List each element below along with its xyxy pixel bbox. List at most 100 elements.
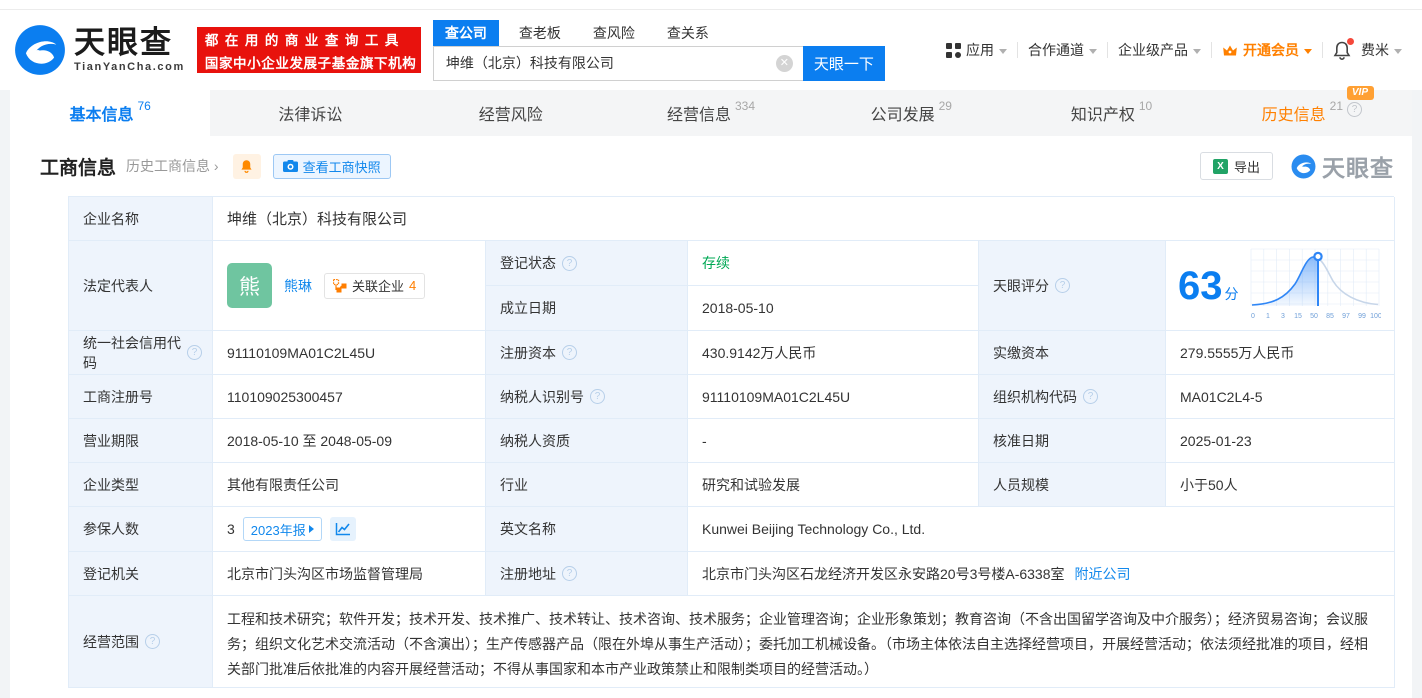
field-label-tianyan-score: 天眼评分 xyxy=(979,241,1166,331)
help-icon[interactable] xyxy=(145,634,160,649)
watermark-swirl-icon xyxy=(1291,154,1316,179)
field-value-establishment-date: 2018-05-10 xyxy=(688,286,979,331)
nav-vip-membership[interactable]: 开通会员 xyxy=(1222,40,1312,60)
field-value-organization-code: MA01C2L4-5 xyxy=(1166,375,1395,419)
related-companies-badge[interactable]: 关联企业 4 xyxy=(324,273,425,299)
business-info-table: 企业名称 坤维（北京）科技有限公司 法定代表人 熊 熊琳 关联企业 4 xyxy=(68,196,1394,688)
tab-count: 334 xyxy=(735,99,755,113)
nav-user[interactable]: 费米 xyxy=(1361,40,1402,60)
search-tab-risk[interactable]: 查风险 xyxy=(581,20,647,46)
field-label-taxpayer-quality: 纳税人资质 xyxy=(486,419,688,463)
nearby-companies-link[interactable]: 附近公司 xyxy=(1075,564,1131,584)
tab-count: 21 xyxy=(1330,99,1343,113)
notifications-bell[interactable] xyxy=(1333,41,1351,60)
vip-badge: VIP xyxy=(1347,86,1374,100)
site-header: 天眼查 TianYanCha.com 都在用的商业查询工具 国家中小企业发展子基… xyxy=(0,10,1422,90)
help-icon[interactable] xyxy=(562,566,577,581)
tab-company-development[interactable]: 公司发展29 xyxy=(811,90,1011,136)
clear-search-icon[interactable] xyxy=(776,55,793,72)
score-unit: 分 xyxy=(1225,286,1239,302)
section-header: 工商信息 历史工商信息 › 查看工商快照 xyxy=(10,136,1412,192)
field-label-registration-number: 工商注册号 xyxy=(69,375,213,419)
help-icon[interactable] xyxy=(187,345,202,360)
field-value-company-name: 坤维（北京）科技有限公司 xyxy=(213,197,1395,241)
tab-intellectual-property[interactable]: 知识产权10 xyxy=(1011,90,1211,136)
nav-enterprise[interactable]: 企业级产品 xyxy=(1118,40,1201,60)
search-button[interactable]: 天眼一下 xyxy=(803,46,885,81)
svg-text:99: 99 xyxy=(1358,313,1366,320)
help-icon[interactable] xyxy=(1055,278,1070,293)
help-icon[interactable] xyxy=(562,256,577,271)
field-label-company-name: 企业名称 xyxy=(69,197,213,241)
field-value-staff-size: 小于50人 xyxy=(1166,463,1395,507)
help-icon[interactable] xyxy=(562,345,577,360)
nav-apps-label: 应用 xyxy=(966,40,994,60)
divider xyxy=(1107,42,1108,58)
field-label-industry: 行业 xyxy=(486,463,688,507)
history-business-info-link[interactable]: 历史工商信息 › xyxy=(126,156,219,176)
svg-text:3: 3 xyxy=(1281,313,1285,320)
legal-rep-name-link[interactable]: 熊琳 xyxy=(284,276,312,296)
field-value-industry: 研究和试验发展 xyxy=(688,463,979,507)
svg-text:85: 85 xyxy=(1326,313,1334,320)
svg-text:100: 100 xyxy=(1370,313,1381,320)
tab-operating-risk[interactable]: 经营风险 xyxy=(411,90,611,136)
divider xyxy=(1017,42,1018,58)
logo-text: 天眼查 TianYanCha.com xyxy=(74,27,185,73)
svg-text:0: 0 xyxy=(1251,313,1255,320)
tab-legal-proceedings[interactable]: 法律诉讼 xyxy=(210,90,410,136)
field-value-registered-capital: 430.9142万人民币 xyxy=(688,331,979,375)
tab-count: 10 xyxy=(1139,99,1152,113)
bell-icon xyxy=(240,159,253,173)
field-label-taxpayer-id: 纳税人识别号 xyxy=(486,375,688,419)
field-label-business-scope: 经营范围 xyxy=(69,596,213,688)
field-value-taxpayer-id: 91110109MA01C2L45U xyxy=(688,375,979,419)
trend-chart-icon xyxy=(335,522,351,536)
tab-history-info[interactable]: VIP 历史信息 21 xyxy=(1212,90,1412,136)
nav-partner-label: 合作通道 xyxy=(1028,40,1084,60)
help-icon[interactable] xyxy=(1347,102,1362,117)
view-business-snapshot-button[interactable]: 查看工商快照 xyxy=(273,154,391,179)
export-button[interactable]: 导出 xyxy=(1200,152,1273,180)
caret-right-icon xyxy=(309,525,314,533)
promo-banner: 都在用的商业查询工具 国家中小企业发展子基金旗下机构 xyxy=(197,27,421,73)
help-icon[interactable] xyxy=(590,389,605,404)
crown-icon xyxy=(1222,43,1238,58)
search-tabs: 查公司 查老板 查风险 查关系 xyxy=(433,20,885,46)
field-value-english-name: Kunwei Beijing Technology Co., Ltd. xyxy=(688,507,1395,552)
divider xyxy=(1322,42,1323,58)
tab-label: 法律诉讼 xyxy=(278,101,342,125)
search-tab-company[interactable]: 查公司 xyxy=(433,20,499,46)
annual-report-badge[interactable]: 2023年报 xyxy=(243,517,322,541)
tab-business-info[interactable]: 经营信息334 xyxy=(611,90,811,136)
field-value-registration-number: 110109025300457 xyxy=(213,375,486,419)
field-value-registration-status: 存续 xyxy=(688,241,979,286)
tianyancha-logo[interactable]: 天眼查 TianYanCha.com xyxy=(14,24,185,76)
field-label-registered-address: 注册地址 xyxy=(486,552,688,596)
tab-count: 76 xyxy=(137,99,150,113)
chevron-down-icon xyxy=(1304,49,1312,54)
svg-text:97: 97 xyxy=(1342,313,1350,320)
legal-rep-avatar[interactable]: 熊 xyxy=(227,263,272,308)
nav-apps[interactable]: 应用 xyxy=(946,40,1007,60)
org-chart-icon xyxy=(333,279,347,293)
nav-partner[interactable]: 合作通道 xyxy=(1028,40,1097,60)
help-icon[interactable] xyxy=(1083,389,1098,404)
field-value-paid-capital: 279.5555万人民币 xyxy=(1166,331,1395,375)
field-label-approval-date: 核准日期 xyxy=(979,419,1166,463)
field-value-registered-address: 北京市门头沟区石龙经济开发区永安路20号3号楼A-6338室 附近公司 xyxy=(688,552,1395,596)
search-tab-relation[interactable]: 查关系 xyxy=(655,20,721,46)
chevron-down-icon xyxy=(1394,49,1402,54)
logo-brand: 天眼查 xyxy=(74,27,185,58)
search-tab-boss[interactable]: 查老板 xyxy=(507,20,573,46)
banner-line2: 国家中小企业发展子基金旗下机构 xyxy=(205,52,413,72)
score-distribution-chart: 0 1 3 15 50 85 97 99 100 xyxy=(1249,248,1381,324)
field-label-insured-count: 参保人数 xyxy=(69,507,213,552)
excel-icon xyxy=(1213,159,1228,174)
insured-trend-button[interactable] xyxy=(330,517,356,541)
subscribe-bell-button[interactable] xyxy=(233,154,261,179)
tab-basic-info[interactable]: 基本信息76 xyxy=(10,90,210,136)
divider xyxy=(1211,42,1212,58)
related-companies-label: 关联企业 xyxy=(352,276,404,295)
search-input[interactable] xyxy=(433,46,803,81)
